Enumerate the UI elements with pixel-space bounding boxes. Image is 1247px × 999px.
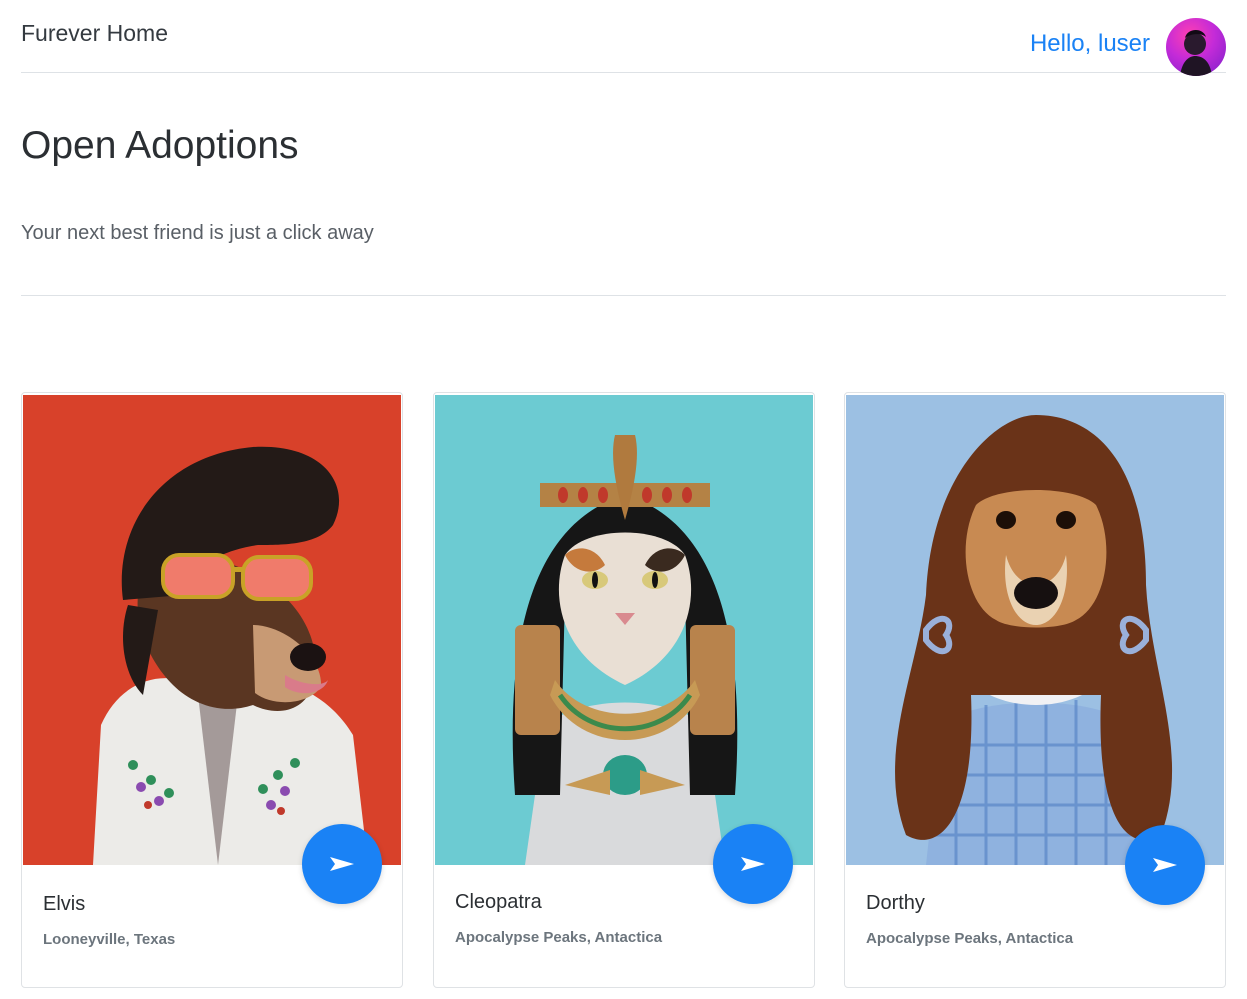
- brand-logo-text[interactable]: Furever Home: [21, 20, 168, 47]
- page-title: Open Adoptions: [21, 124, 299, 167]
- view-pet-button-dorthy[interactable]: [1125, 825, 1205, 905]
- view-pet-button-elvis[interactable]: [302, 824, 382, 904]
- pet-name-dorthy: Dorthy: [866, 892, 925, 914]
- pet-location-elvis: Looneyville, Texas: [43, 931, 176, 948]
- pet-location-dorthy: Apocalypse Peaks, Antactica: [866, 930, 1074, 947]
- play-arrow-icon: [330, 857, 354, 871]
- header-divider: [21, 295, 1226, 296]
- avatar-person-icon: [1180, 29, 1212, 76]
- user-avatar[interactable]: [1166, 18, 1226, 76]
- page-subtitle: Your next best friend is just a click aw…: [21, 222, 374, 244]
- pet-photo-elvis[interactable]: [23, 395, 401, 865]
- pet-card-cleopatra[interactable]: Cleopatra Apocalypse Peaks, Antactica: [433, 392, 815, 988]
- navbar: Furever Home Hello, luser: [21, 0, 1226, 76]
- pet-card-dorthy[interactable]: Dorthy Apocalypse Peaks, Antactica: [844, 392, 1226, 988]
- pet-location-cleopatra: Apocalypse Peaks, Antactica: [455, 929, 663, 946]
- pet-card-elvis[interactable]: Elvis Looneyville, Texas: [21, 392, 403, 988]
- pet-photo-dorthy[interactable]: [846, 395, 1224, 865]
- pet-name-cleopatra: Cleopatra: [455, 891, 542, 913]
- pet-photo-cleopatra[interactable]: [435, 395, 813, 865]
- view-pet-button-cleopatra[interactable]: [713, 824, 793, 904]
- pet-name-elvis: Elvis: [43, 893, 86, 915]
- user-greeting-link[interactable]: Hello, luser: [1030, 30, 1150, 58]
- play-arrow-icon: [741, 857, 765, 871]
- play-arrow-icon: [1153, 858, 1177, 872]
